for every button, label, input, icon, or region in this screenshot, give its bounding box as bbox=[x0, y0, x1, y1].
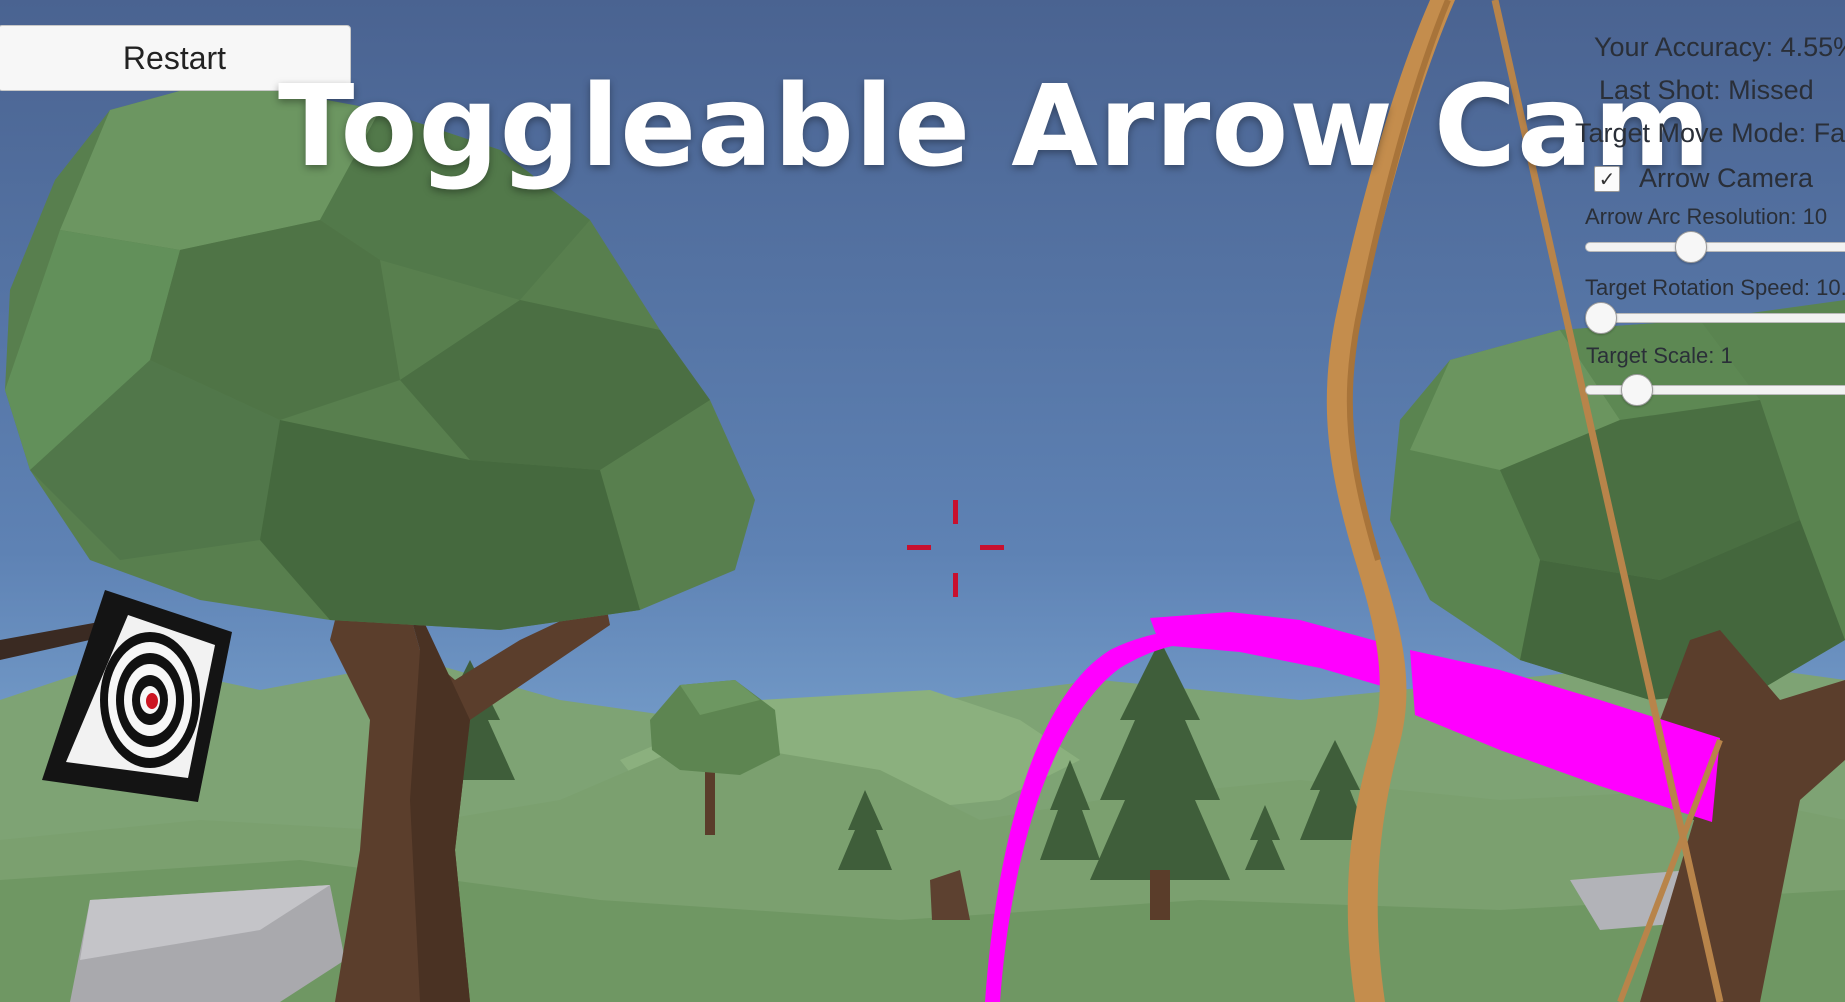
video-title-overlay: Toggleable Arrow Cam bbox=[278, 62, 1712, 192]
slider-thumb[interactable] bbox=[1585, 302, 1617, 334]
last-shot-readout: Last Shot: Missed bbox=[1599, 75, 1814, 105]
accuracy-readout: Your Accuracy: 4.55% bbox=[1594, 32, 1845, 62]
arrow-camera-label: Arrow Camera bbox=[1639, 163, 1814, 193]
slider-thumb[interactable] bbox=[1621, 374, 1653, 406]
target-rotation-speed-label: Target Rotation Speed: 10. bbox=[1585, 275, 1845, 300]
arrow-camera-checkbox[interactable]: ✓ bbox=[1594, 166, 1620, 192]
arrow-arc-resolution-label: Arrow Arc Resolution: 10 bbox=[1585, 204, 1828, 229]
target-rotation-speed-slider[interactable] bbox=[1585, 302, 1845, 334]
target-move-mode-button[interactable]: Target Move Mode: Fa bbox=[1575, 118, 1845, 149]
slider-track[interactable] bbox=[1585, 313, 1845, 323]
check-icon: ✓ bbox=[1598, 167, 1616, 191]
slider-track[interactable] bbox=[1585, 242, 1845, 252]
target-scale-label: Target Scale: 1 bbox=[1586, 343, 1733, 368]
slider-thumb[interactable] bbox=[1675, 231, 1707, 263]
target-scale-slider[interactable] bbox=[1585, 374, 1845, 406]
arrow-arc-resolution-slider[interactable] bbox=[1585, 231, 1845, 263]
